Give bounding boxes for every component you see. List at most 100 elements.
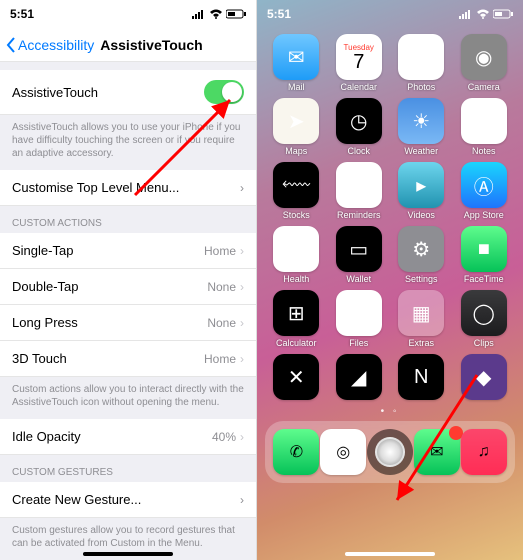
app-wallet[interactable]: ▭Wallet xyxy=(330,226,389,284)
chevron-right-icon: › xyxy=(240,430,244,444)
app-calculator[interactable]: ⊞Calculator xyxy=(267,290,326,348)
single-tap-row[interactable]: Single-Tap Home› xyxy=(0,233,256,269)
app-clock[interactable]: ◷Clock xyxy=(330,98,389,156)
app-mail[interactable]: ✉Mail xyxy=(267,34,326,92)
app-label: FaceTime xyxy=(464,274,504,284)
idle-value: 40% xyxy=(212,430,236,444)
app-game[interactable]: ◢ xyxy=(330,354,389,402)
assistivetouch-toggle-row[interactable]: AssistiveTouch xyxy=(0,70,256,115)
wifi-icon xyxy=(476,9,490,19)
dock-app-music[interactable]: ♫ xyxy=(461,429,507,475)
app-camera[interactable]: ◉Camera xyxy=(455,34,514,92)
app-label: App Store xyxy=(464,210,504,220)
app-icon: Tuesday7 xyxy=(336,34,382,80)
app-label: Notes xyxy=(472,146,496,156)
action-label: 3D Touch xyxy=(12,351,67,366)
idle-opacity-row[interactable]: Idle Opacity 40% › xyxy=(0,419,256,455)
home-indicator[interactable] xyxy=(345,552,435,556)
app-icon: ▸ xyxy=(398,162,444,208)
app-icon: ♥ xyxy=(273,226,319,272)
idle-label: Idle Opacity xyxy=(12,429,81,444)
app-icon: ⬳ xyxy=(273,162,319,208)
create-gesture-label: Create New Gesture... xyxy=(12,492,141,507)
app-extras[interactable]: ▦Extras xyxy=(392,290,451,348)
app-settings[interactable]: ⚙ Settings xyxy=(392,226,451,284)
app-icon: ➤ xyxy=(273,98,319,144)
calendar-date: 7 xyxy=(353,52,364,72)
app-label: Photos xyxy=(407,82,435,92)
app-calendar[interactable]: Tuesday7Calendar xyxy=(330,34,389,92)
chevron-right-icon: › xyxy=(240,181,244,195)
app-icon: ◢ xyxy=(336,354,382,400)
app-photos[interactable]: ✿Photos xyxy=(392,34,451,92)
app-maps[interactable]: ➤Maps xyxy=(267,98,326,156)
app-stocks[interactable]: ⬳Stocks xyxy=(267,162,326,220)
dock: ✆◎ ✉♫ xyxy=(265,421,515,483)
app-app-store[interactable]: Ⓐ App Store xyxy=(455,162,514,220)
app-game[interactable]: N xyxy=(392,354,451,402)
action-value: Home xyxy=(204,352,236,366)
app-game[interactable]: ✕ xyxy=(267,354,326,402)
app-icon: 🗀 xyxy=(336,290,382,336)
app-icon: ◉ xyxy=(461,34,507,80)
customise-label: Customise Top Level Menu... xyxy=(12,180,179,195)
battery-icon xyxy=(493,9,513,19)
toggle-footer: AssistiveTouch allows you to use your iP… xyxy=(0,115,256,170)
app-icon: ≣ xyxy=(461,98,507,144)
long-press-row[interactable]: Long Press None› xyxy=(0,305,256,341)
app-facetime[interactable]: ■ FaceTime xyxy=(455,226,514,284)
double-tap-row[interactable]: Double-Tap None › xyxy=(0,269,256,305)
action-value: None xyxy=(207,280,236,294)
status-time: 5:51 xyxy=(10,7,34,21)
app-icon: ▦ xyxy=(398,290,444,336)
3d-touch-row[interactable]: 3D Touch Home › xyxy=(0,341,256,377)
app-clips[interactable]: ◯ Clips xyxy=(455,290,514,348)
dock-app-messages[interactable]: ✉ xyxy=(414,429,460,475)
battery-icon xyxy=(226,9,246,19)
home-indicator[interactable] xyxy=(83,552,173,556)
app-icon: Ⓐ xyxy=(461,162,507,208)
back-button[interactable]: Accessibility xyxy=(6,37,94,53)
page-dots[interactable]: • ◦ xyxy=(257,406,523,417)
app-weather[interactable]: ☀ Weather xyxy=(392,98,451,156)
app-label: Clock xyxy=(347,146,370,156)
dock-app-phone[interactable]: ✆ xyxy=(273,429,319,475)
app-label: Weather xyxy=(404,146,438,156)
status-indicators xyxy=(192,9,246,19)
app-icon: ⚙ xyxy=(398,226,444,272)
action-value: Home xyxy=(204,244,236,258)
signal-icon xyxy=(459,9,473,19)
assistivetouch-button[interactable] xyxy=(367,429,413,475)
home-screen-pane: 5:51 ✉MailTuesday7Calendar✿Photos◉Camera… xyxy=(257,0,523,560)
customise-menu-row[interactable]: Customise Top Level Menu... › xyxy=(0,170,256,206)
dock-app-safari[interactable]: ◎ xyxy=(320,429,366,475)
app-videos[interactable]: ▸Videos xyxy=(392,162,451,220)
app-reminders[interactable]: ≡Reminders xyxy=(330,162,389,220)
app-notes[interactable]: ≣ Notes xyxy=(455,98,514,156)
chevron-right-icon: › xyxy=(240,493,244,507)
action-label: Double-Tap xyxy=(12,279,79,294)
actions-footer: Custom actions allow you to interact dir… xyxy=(0,377,256,419)
app-game[interactable]: ◆ xyxy=(455,354,514,402)
app-files[interactable]: 🗀Files xyxy=(330,290,389,348)
app-icon: ≡ xyxy=(336,162,382,208)
status-bar: 5:51 xyxy=(0,0,256,28)
action-label: Single-Tap xyxy=(12,243,73,258)
app-icon: ◯ xyxy=(461,290,507,336)
create-gesture-row[interactable]: Create New Gesture... › xyxy=(0,482,256,518)
wifi-icon xyxy=(209,9,223,19)
status-time: 5:51 xyxy=(267,7,291,21)
status-bar: 5:51 xyxy=(257,0,523,28)
app-icon: ■ xyxy=(461,226,507,272)
app-icon: N xyxy=(398,354,444,400)
app-icon: ◆ xyxy=(461,354,507,400)
chevron-right-icon: › xyxy=(240,280,244,294)
app-health[interactable]: ♥Health xyxy=(267,226,326,284)
app-label: Clips xyxy=(474,338,494,348)
chevron-right-icon: › xyxy=(240,352,244,366)
app-label: Settings xyxy=(405,274,438,284)
page-title: AssistiveTouch xyxy=(100,37,202,53)
app-icon: ☀ xyxy=(398,98,444,144)
toggle-switch[interactable] xyxy=(204,80,244,104)
chevron-left-icon xyxy=(6,37,16,53)
